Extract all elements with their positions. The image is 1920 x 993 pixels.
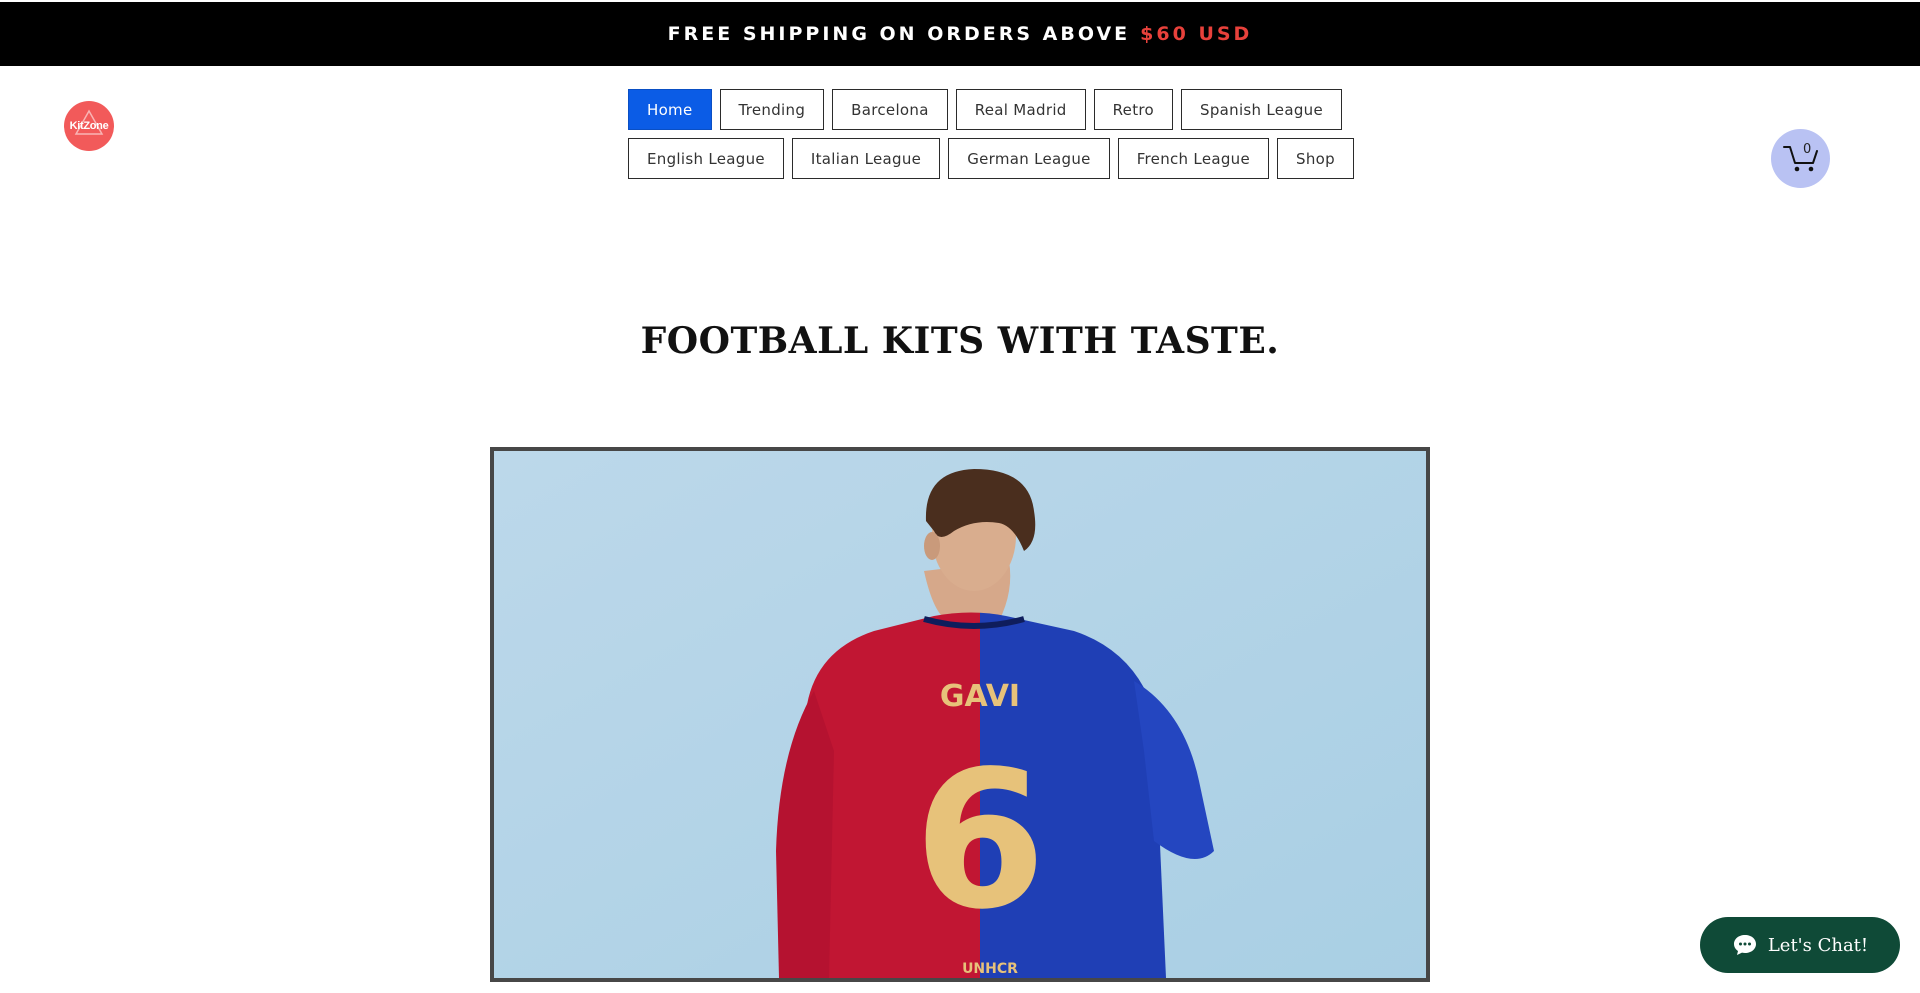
nav-real-madrid[interactable]: Real Madrid (955, 89, 1086, 130)
chat-bubble-icon (1733, 935, 1756, 955)
site-logo[interactable]: KitZone (64, 101, 114, 151)
nav-retro[interactable]: Retro (1093, 89, 1173, 130)
promo-bar: FREE SHIPPING ON ORDERS ABOVE $60 USD (0, 2, 1920, 66)
nav-home[interactable]: Home (628, 89, 712, 130)
chat-label: Let's Chat! (1767, 934, 1869, 956)
jersey-sponsor: UNHCR (962, 961, 1018, 977)
nav-italian-league[interactable]: Italian League (791, 138, 941, 179)
cart-count: 0 (1803, 142, 1812, 157)
nav-english-league[interactable]: English League (628, 138, 784, 179)
nav-french-league[interactable]: French League (1117, 138, 1270, 179)
nav-trending[interactable]: Trending (719, 89, 825, 130)
promo-price: $60 USD (1140, 23, 1253, 45)
nav-german-league[interactable]: German League (948, 138, 1110, 179)
main-nav: Home Trending Barcelona Real Madrid Retr… (628, 89, 1354, 187)
logo-text: KitZone (69, 120, 109, 132)
hero-image: GAVI 6 UNHCR (490, 447, 1430, 982)
nav-spanish-league[interactable]: Spanish League (1181, 89, 1342, 130)
promo-text: FREE SHIPPING ON ORDERS ABOVE (667, 23, 1131, 45)
nav-row-1: Home Trending Barcelona Real Madrid Retr… (628, 89, 1342, 130)
page-headline: FOOTBALL KITS WITH TASTE. (640, 320, 1280, 362)
chat-button[interactable]: Let's Chat! (1700, 917, 1900, 973)
nav-barcelona[interactable]: Barcelona (832, 89, 948, 130)
jersey-number: 6 (914, 730, 1046, 951)
cart-button[interactable]: 0 (1771, 129, 1830, 188)
jersey-name: GAVI (940, 679, 1020, 714)
nav-shop[interactable]: Shop (1277, 138, 1354, 179)
nav-row-2: English League Italian League German Lea… (628, 138, 1354, 179)
cart-icon (1783, 146, 1818, 172)
